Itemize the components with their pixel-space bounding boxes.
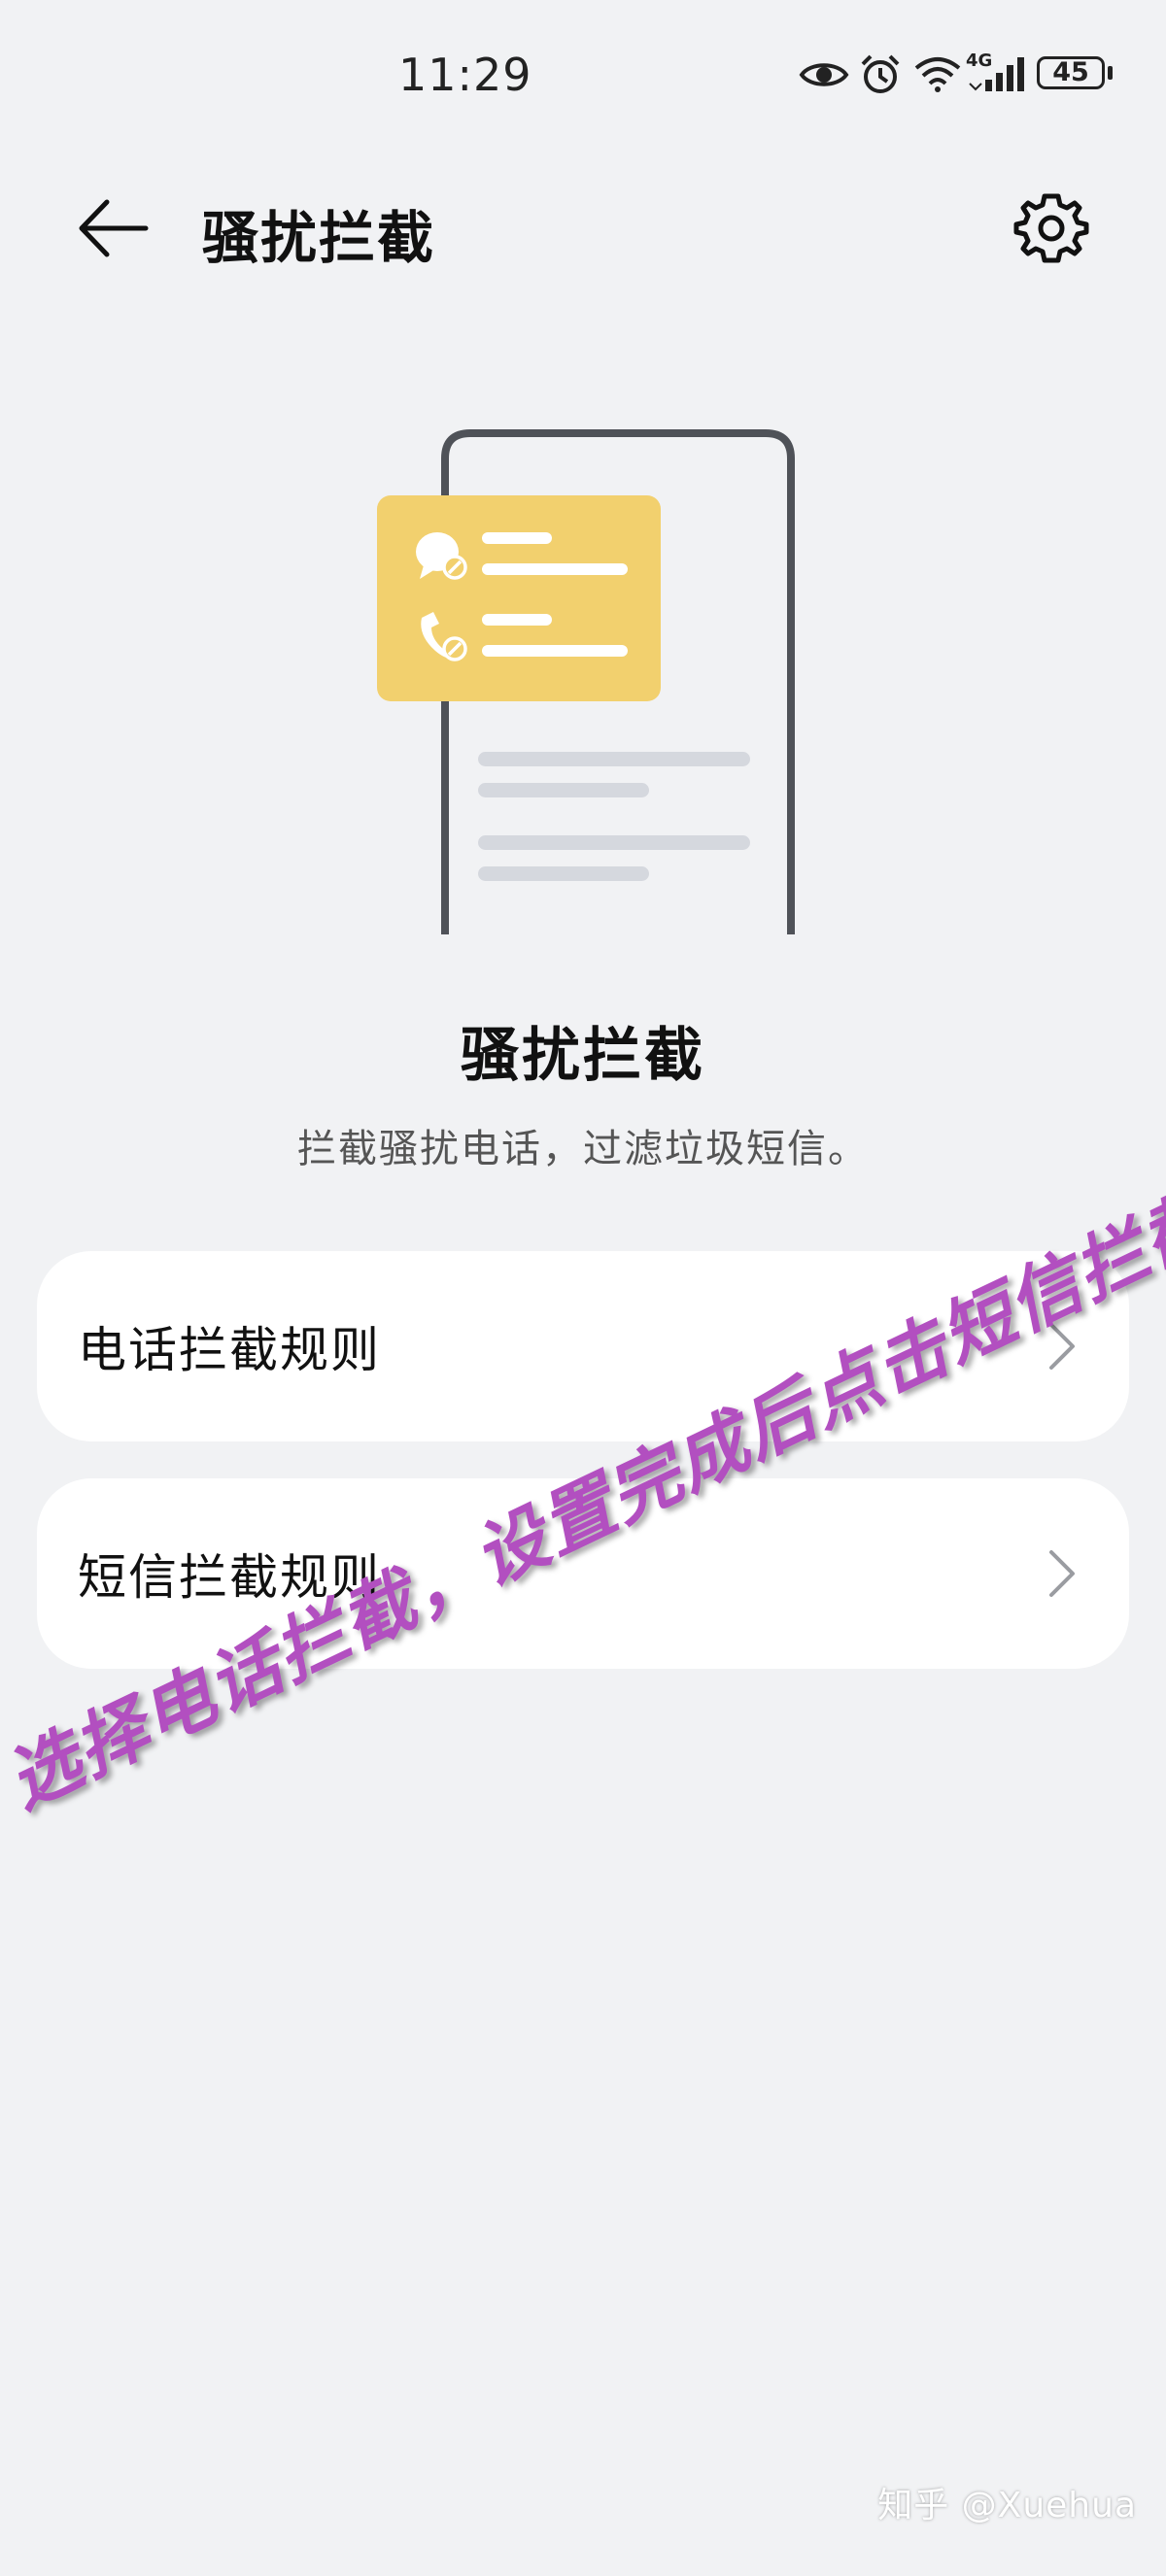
eye-icon	[799, 63, 849, 86]
call-block-rules-label: 电话拦截规则	[78, 1322, 381, 1378]
back-button[interactable]	[68, 185, 155, 272]
battery-icon: 45	[1037, 56, 1105, 89]
watermark: 知乎 @Xuehua	[877, 2486, 1137, 2525]
block-illustration	[377, 429, 795, 934]
gear-icon	[1013, 193, 1089, 263]
page-title: 骚扰拦截	[202, 205, 436, 271]
alarm-icon	[861, 54, 900, 93]
hero-subtitle: 拦截骚扰电话，过滤垃圾短信。	[297, 1127, 869, 1171]
status-bar: 11:29 4G 45	[0, 0, 1166, 155]
battery-nub	[1108, 66, 1113, 80]
status-time: 11:29	[398, 49, 532, 101]
signal-icon	[969, 57, 1024, 91]
wifi-icon	[914, 57, 961, 92]
chevron-right-icon	[1049, 1550, 1075, 1597]
back-arrow-icon	[79, 199, 149, 257]
app-header: 骚扰拦截	[0, 155, 1166, 291]
settings-button[interactable]	[1007, 185, 1096, 274]
status-icons: 4G 45	[799, 51, 1119, 105]
hero-title: 骚扰拦截	[461, 1022, 705, 1090]
